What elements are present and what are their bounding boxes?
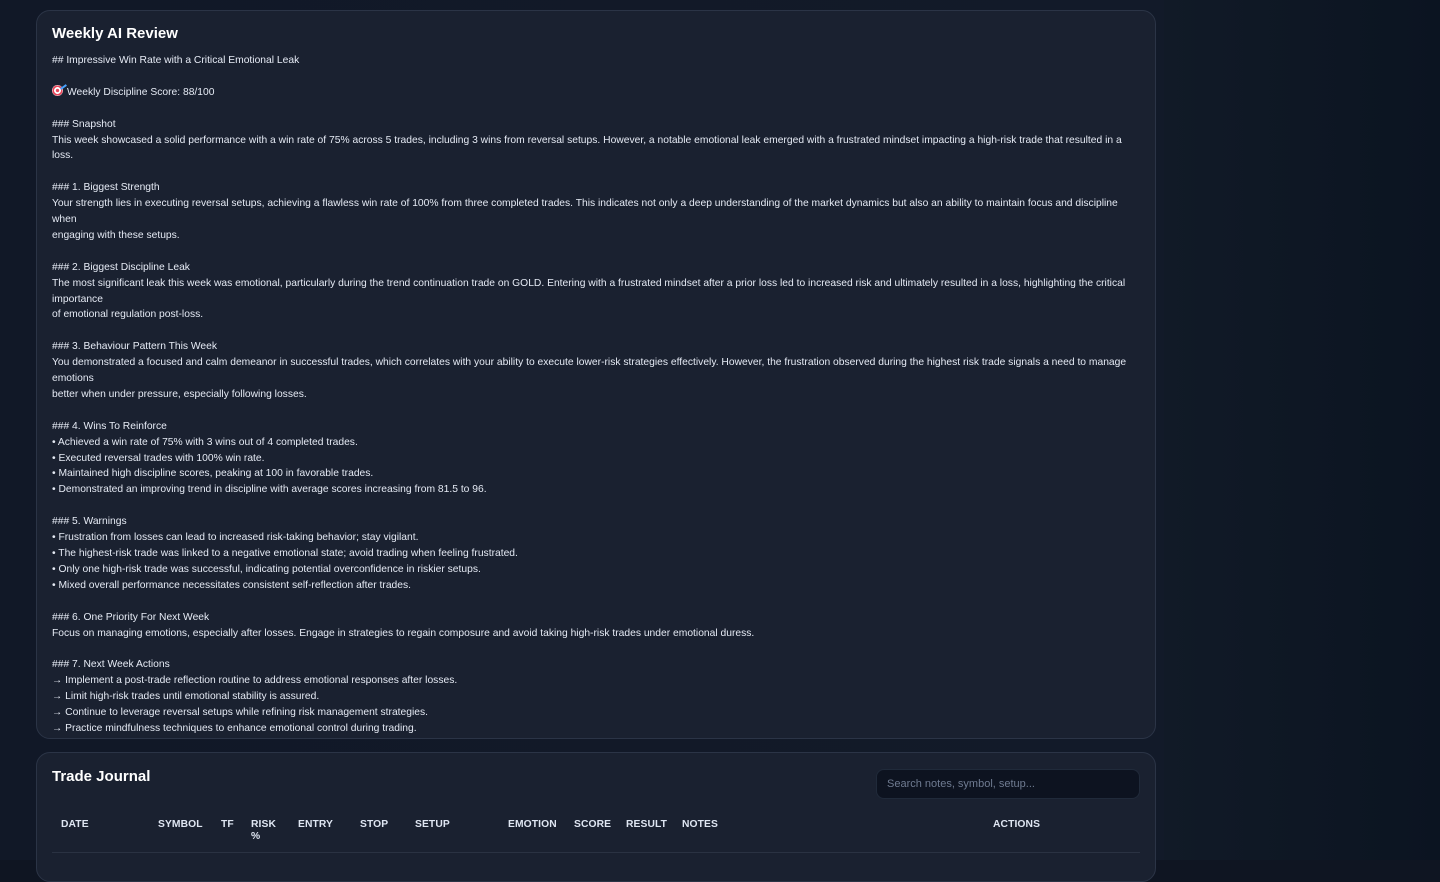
review-text: • The highest-risk trade was linked to a… [52, 546, 1140, 562]
review-text: → Continue to leverage reversal setups w… [52, 705, 1140, 721]
review-heading: ### 1. Biggest Strength [52, 180, 1140, 196]
trade-journal-header: Trade Journal [52, 768, 1140, 799]
discipline-score-text: Weekly Discipline Score: 88/100 [67, 87, 214, 98]
review-text: Focus on managing emotions, especially a… [52, 626, 1140, 642]
weekly-ai-review-content: ## Impressive Win Rate with a Critical E… [52, 53, 1140, 785]
review-text: This week showcased a solid performance … [52, 133, 1140, 165]
trade-journal-search-input[interactable] [876, 769, 1140, 799]
review-spacer [52, 403, 1140, 419]
review-spacer [52, 69, 1140, 85]
review-spacer [52, 498, 1140, 514]
trade-journal-table-header: DATE SYMBOL TF RISK % ENTRY STOP SETUP E… [52, 812, 1140, 853]
weekly-ai-review-title: Weekly AI Review [52, 25, 1140, 43]
column-header-emotion[interactable]: EMOTION [508, 819, 557, 831]
column-header-date[interactable]: DATE [61, 819, 89, 831]
column-header-stop[interactable]: STOP [360, 819, 388, 831]
column-header-risk-percent[interactable]: RISK % [251, 819, 276, 843]
review-text: • Mixed overall performance necessitates… [52, 578, 1140, 594]
column-header-score[interactable]: SCORE [574, 819, 611, 831]
review-text: • Frustration from losses can lead to in… [52, 530, 1140, 546]
review-heading: ### 2. Biggest Discipline Leak [52, 260, 1140, 276]
target-icon [52, 85, 63, 96]
column-header-notes[interactable]: NOTES [682, 819, 718, 831]
review-spacer [52, 737, 1140, 753]
review-text: The most significant leak this week was … [52, 276, 1140, 308]
trade-journal-title: Trade Journal [52, 768, 150, 786]
review-spacer [52, 641, 1140, 657]
review-heading: ### 7. Next Week Actions [52, 657, 1140, 673]
review-text: → Practice mindfulness techniques to enh… [52, 721, 1140, 737]
review-text: of emotional regulation post-loss. [52, 307, 1140, 323]
review-text: • Executed reversal trades with 100% win… [52, 451, 1140, 467]
review-text: → Implement a post-trade reflection rout… [52, 673, 1140, 689]
review-text: • Demonstrated an improving trend in dis… [52, 482, 1140, 498]
review-heading: ### 5. Warnings [52, 514, 1140, 530]
column-header-symbol[interactable]: SYMBOL [158, 819, 203, 831]
review-heading: ### Snapshot [52, 117, 1140, 133]
review-text: • Maintained high discipline scores, pea… [52, 466, 1140, 482]
review-text: better when under pressure, especially f… [52, 387, 1140, 403]
review-heading: ## Impressive Win Rate with a Critical E… [52, 53, 1140, 69]
review-text: You demonstrated a focused and calm deme… [52, 355, 1140, 387]
review-text: • Only one high-risk trade was successfu… [52, 562, 1140, 578]
review-heading: ### 4. Wins To Reinforce [52, 419, 1140, 435]
review-spacer [52, 594, 1140, 610]
right-background-strip [1164, 0, 1440, 860]
column-header-entry[interactable]: ENTRY [298, 819, 333, 831]
review-spacer [52, 244, 1140, 260]
review-heading: ### 6. One Priority For Next Week [52, 610, 1140, 626]
review-spacer [52, 323, 1140, 339]
column-header-result[interactable]: RESULT [626, 819, 667, 831]
column-header-setup[interactable]: SETUP [415, 819, 450, 831]
weekly-ai-review-card: Weekly AI Review ## Impressive Win Rate … [36, 10, 1156, 739]
review-text: • Achieved a win rate of 75% with 3 wins… [52, 435, 1140, 451]
review-text: Your strength lies in executing reversal… [52, 196, 1140, 228]
trade-journal-card: Trade Journal DATE SYMBOL TF RISK % ENTR… [36, 752, 1156, 882]
review-text: engaging with these setups. [52, 228, 1140, 244]
column-header-actions[interactable]: ACTIONS [993, 819, 1040, 831]
review-spacer [52, 101, 1140, 117]
review-heading: ### 3. Behaviour Pattern This Week [52, 339, 1140, 355]
review-text: → Limit high-risk trades until emotional… [52, 689, 1140, 705]
column-header-tf[interactable]: TF [221, 819, 234, 831]
discipline-score: Weekly Discipline Score: 88/100 [52, 85, 1140, 101]
review-spacer [52, 164, 1140, 180]
